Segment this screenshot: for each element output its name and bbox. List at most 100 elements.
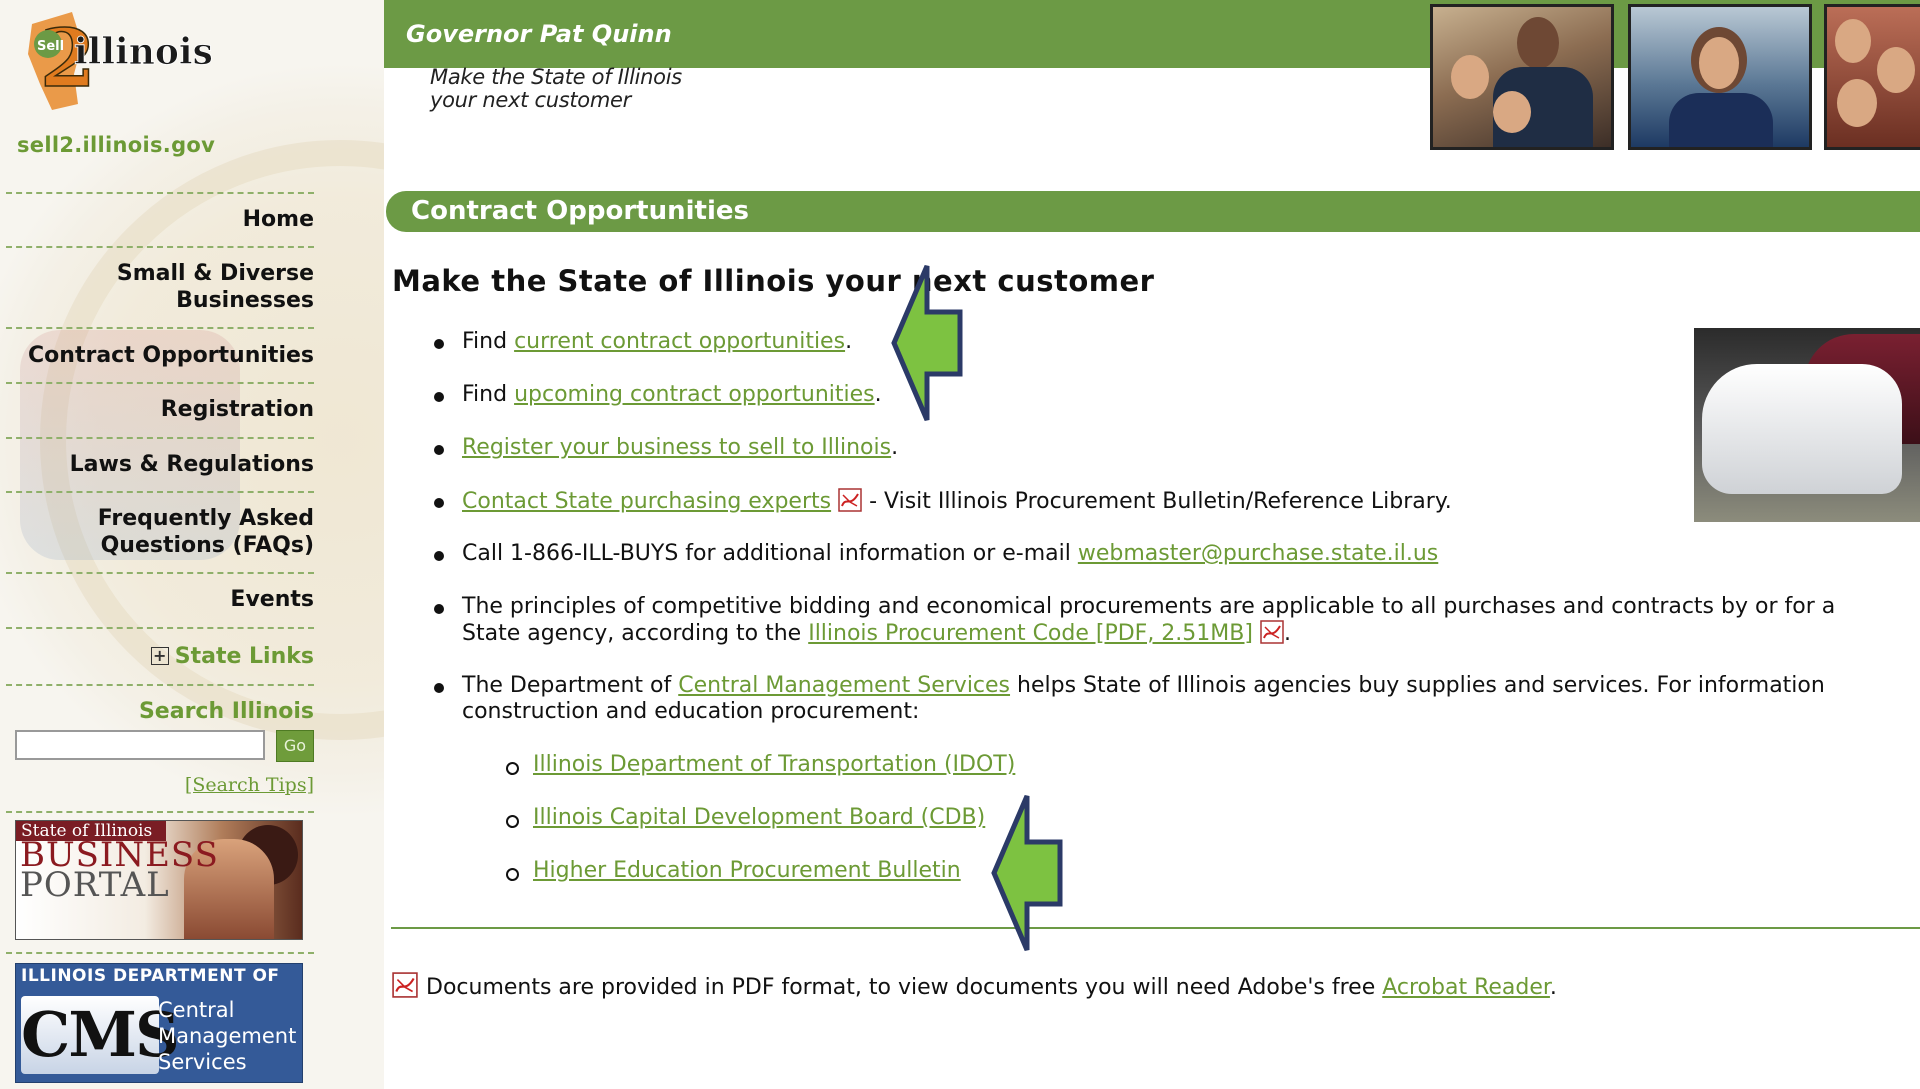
green-arrow-pointer — [891, 265, 963, 421]
nav-divider — [6, 491, 314, 493]
photo-person-head — [1493, 91, 1531, 133]
current-opportunities-link[interactable]: current contract opportunities — [514, 329, 845, 354]
item-text: - Visit Illinois Procurement Bulletin/Re… — [862, 489, 1452, 514]
higher-ed-bulletin-link[interactable]: Higher Education Procurement Bulletin — [533, 858, 961, 884]
parked-cars-photo — [1694, 328, 1920, 522]
circle-bullet — [506, 815, 519, 828]
nav-divider — [6, 684, 314, 686]
portal-line3: PORTAL — [20, 865, 170, 905]
plus-box-icon[interactable]: + — [150, 647, 169, 665]
bullet-dot — [434, 339, 444, 349]
cdb-link[interactable]: Illinois Capital Development Board (CDB) — [533, 805, 985, 831]
site-url: sell2.illinois.gov — [17, 133, 216, 157]
header-photo-business-people — [1430, 4, 1614, 150]
idot-link[interactable]: Illinois Department of Transportation (I… — [533, 752, 1015, 778]
cms-word: Central — [158, 998, 235, 1022]
nav-faqs[interactable]: Frequently Asked Questions (FAQs) — [6, 505, 314, 559]
nav-label: Questions (FAQs) — [100, 533, 314, 558]
item-text: . — [891, 435, 899, 460]
procurement-code-link[interactable]: Illinois Procurement Code [PDF, 2.51MB] — [808, 621, 1253, 646]
green-arrow-pointer — [991, 795, 1063, 951]
nav-registration[interactable]: Registration — [6, 396, 314, 423]
nav-divider — [6, 627, 314, 629]
item-text: helps State of Illinois agencies buy sup… — [1010, 673, 1825, 698]
nav-divider — [6, 437, 314, 439]
page-heading: Make the State of Illinois your next cus… — [392, 264, 1155, 298]
footnote-text: . — [1549, 975, 1557, 1000]
cms-banner[interactable]: ILLINOIS DEPARTMENT OF CMS Central Manag… — [15, 963, 303, 1083]
cms-word: Services — [158, 1050, 247, 1074]
photo-person-head — [1837, 79, 1877, 127]
photo-person-head — [1699, 37, 1739, 89]
list-item: Register your business to sell to Illino… — [462, 435, 898, 461]
photo-person-head — [1517, 17, 1559, 69]
acrobat-reader-link[interactable]: Acrobat Reader — [1382, 975, 1550, 1000]
photo-person-head — [1451, 55, 1489, 99]
nav-label: Businesses — [176, 288, 314, 313]
circle-bullet — [506, 868, 519, 881]
item-text: Find — [462, 382, 515, 407]
item-text: Find — [462, 329, 515, 354]
list-item: The Department of Central Management Ser… — [462, 673, 1825, 725]
nav-label: Frequently Asked — [97, 506, 314, 531]
item-text: Call 1-866-ILL-BUYS for additional infor… — [462, 541, 1078, 566]
webmaster-email-link[interactable]: webmaster@purchase.state.il.us — [1078, 541, 1438, 566]
svg-text:Sell: Sell — [37, 39, 64, 54]
nav-divider — [6, 192, 314, 194]
svg-text:illinois: illinois — [74, 31, 212, 73]
search-title: Search Illinois — [138, 699, 314, 724]
nav-home[interactable]: Home — [6, 206, 314, 233]
state-links-label: State Links — [174, 644, 314, 669]
upcoming-opportunities-link[interactable]: upcoming contract opportunities — [514, 382, 875, 407]
nav-laws-regulations[interactable]: Laws & Regulations — [6, 451, 314, 478]
cms-logo: CMS — [21, 996, 180, 1074]
section-title: Contract Opportunities — [411, 196, 749, 226]
nav-divider — [6, 952, 314, 954]
pdf-footnote: Documents are provided in PDF format, to… — [426, 975, 1557, 1001]
list-item: Call 1-866-ILL-BUYS for additional infor… — [462, 541, 1438, 567]
photo-person-suit — [1669, 93, 1773, 147]
header-photo-businesswoman — [1628, 4, 1812, 150]
item-text: . — [1283, 621, 1291, 646]
nav-divider — [6, 327, 314, 329]
circle-bullet — [506, 762, 519, 775]
search-input[interactable] — [15, 730, 265, 760]
photo-person-head — [1835, 19, 1871, 63]
contact-purchasing-experts-link[interactable]: Contact State purchasing experts — [462, 489, 831, 514]
bullet-dot — [434, 604, 444, 614]
nav-label: Small & Diverse — [116, 261, 314, 286]
tagline-line2: your next customer — [430, 88, 631, 112]
item-text: . — [874, 382, 882, 407]
pdf-icon[interactable] — [838, 488, 862, 512]
nav-divider — [6, 811, 314, 813]
pdf-icon — [392, 972, 418, 998]
governor-name: Governor Pat Quinn — [406, 20, 672, 48]
search-tips-link[interactable]: [Search Tips] — [6, 774, 314, 796]
cms-link[interactable]: Central Management Services — [678, 673, 1010, 698]
white-car — [1702, 364, 1902, 494]
header-photo-group — [1824, 4, 1920, 150]
nav-contract-opportunities[interactable]: Contract Opportunities — [6, 342, 314, 369]
business-portal-banner[interactable]: State of Illinois BUSINESS PORTAL — [15, 820, 303, 940]
list-item: Find upcoming contract opportunities. — [462, 382, 882, 408]
nav-events[interactable]: Events — [6, 586, 314, 613]
bullet-dot — [434, 683, 444, 693]
cms-banner-top: ILLINOIS DEPARTMENT OF — [21, 966, 280, 986]
item-text: construction and education procurement: — [462, 699, 920, 724]
item-text: State agency, according to the — [462, 621, 809, 646]
register-business-link[interactable]: Register your business to sell to Illino… — [462, 435, 891, 460]
cms-word: Management — [158, 1024, 297, 1048]
nav-divider — [6, 246, 314, 248]
item-text: The principles of competitive bidding an… — [462, 594, 1836, 619]
pdf-icon[interactable] — [1260, 620, 1284, 644]
bullet-dot — [434, 498, 444, 508]
nav-small-diverse-businesses[interactable]: Small & Diverse Businesses — [6, 260, 314, 314]
list-item: Contact State purchasing experts - Visit… — [462, 488, 1452, 515]
go-button[interactable]: Go — [276, 730, 314, 762]
sell2illinois-logo[interactable]: 2 Sell illinois — [12, 4, 212, 114]
state-links-toggle[interactable]: + State Links — [6, 644, 314, 669]
list-item: The principles of competitive bidding an… — [462, 594, 1835, 647]
footnote-text: Documents are provided in PDF format, to… — [426, 975, 1383, 1000]
nav-divider — [6, 382, 314, 384]
tagline-line1: Make the State of Illinois — [430, 65, 682, 89]
